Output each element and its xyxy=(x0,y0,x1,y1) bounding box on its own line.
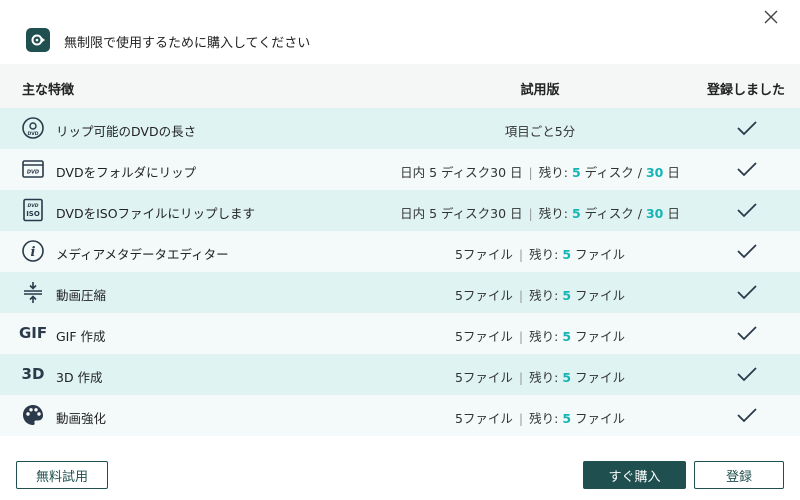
svg-text:i: i xyxy=(31,245,36,260)
trial-prefix: 5ファイル xyxy=(454,247,513,262)
register-button[interactable]: 登録 xyxy=(694,461,784,489)
table-row: 動画圧縮 5ファイル | 残り: 5 ファイル xyxy=(0,272,800,313)
remaining-label: 残り: xyxy=(538,206,568,221)
feature-label: DVDをフォルダにリップ xyxy=(56,165,197,180)
table-row: GIF GIF 作成 5ファイル | 残り: 5 ファイル xyxy=(0,313,800,354)
remaining-label: 残り: xyxy=(529,329,559,344)
remaining-value: 5 xyxy=(562,329,572,344)
feature-label: 動画強化 xyxy=(56,411,107,426)
remaining-value: 5 xyxy=(562,370,572,385)
checkmark-icon xyxy=(736,366,760,384)
remaining-unit: ファイル xyxy=(575,411,626,426)
checkmark-icon xyxy=(736,284,760,302)
checkmark-icon xyxy=(736,407,760,425)
info-icon: i xyxy=(20,239,46,263)
remaining-unit: ファイル xyxy=(575,247,626,262)
remaining-days-value: 30 xyxy=(645,206,664,221)
svg-text:DVD: DVD xyxy=(27,170,39,176)
icon-glyph-text: GIF xyxy=(18,324,48,342)
remaining-days-unit: 日 xyxy=(667,206,680,221)
close-button[interactable] xyxy=(760,6,782,28)
remaining-unit: ディスク xyxy=(584,165,634,180)
feature-label: 動画圧縮 xyxy=(56,288,107,303)
buy-now-button[interactable]: すぐ購入 xyxy=(583,461,686,489)
close-icon xyxy=(764,10,778,24)
remaining-value: 5 xyxy=(571,165,581,180)
trial-limit: 5ファイル | 残り: 5 ファイル xyxy=(454,288,626,303)
checkmark-icon xyxy=(736,243,760,261)
trial-limit: 5ファイル | 残り: 5 ファイル xyxy=(454,411,626,426)
remaining-label: 残り: xyxy=(538,165,568,180)
compress-icon xyxy=(20,280,46,304)
remaining-unit: ファイル xyxy=(575,288,626,303)
trial-prefix: 日内 5 ディスク30 日 xyxy=(400,165,523,180)
column-header-registered: 登録しました xyxy=(706,83,785,98)
column-header-trial: 試用版 xyxy=(520,83,560,98)
remaining-days-unit: 日 xyxy=(667,165,680,180)
icon-glyph-text: 3D xyxy=(21,365,45,383)
trial-limit: 日内 5 ディスク30 日 | 残り: 5 ディスク / 30 日 xyxy=(400,165,680,180)
remaining-label: 残り: xyxy=(529,288,559,303)
table-row: DVD ISO DVDをISOファイルにリップします 日内 5 ディスク30 日 | 残り… xyxy=(0,190,800,231)
checkmark-icon xyxy=(736,120,760,138)
checkmark-icon xyxy=(736,325,760,343)
feature-table: DVD リップ可能のDVDの長さ 項目ごと5分 DVD DVDをフォルダにリップ 日内 5… xyxy=(0,108,800,436)
trial-limit: 項目ごと5分 xyxy=(340,121,740,140)
dialog-header: 無制限で使用するために購入してください xyxy=(0,0,800,64)
feature-label: 3D 作成 xyxy=(56,370,103,385)
feature-label: DVDをISOファイルにリップします xyxy=(56,206,256,221)
trial-prefix: 5ファイル xyxy=(454,370,513,385)
3d-icon: 3D xyxy=(20,362,46,386)
trial-prefix: 5ファイル xyxy=(454,329,513,344)
feature-label: リップ可能のDVDの長さ xyxy=(56,124,197,139)
remaining-unit: ファイル xyxy=(575,329,626,344)
checkmark-icon xyxy=(736,161,760,179)
trial-text: 項目ごと5分 xyxy=(504,124,576,139)
table-row: 3D 3D 作成 5ファイル | 残り: 5 ファイル xyxy=(0,354,800,395)
svg-text:DVD: DVD xyxy=(28,203,39,209)
remaining-unit: ディスク xyxy=(584,206,634,221)
remaining-value: 5 xyxy=(571,206,581,221)
free-trial-button[interactable]: 無料試用 xyxy=(16,461,108,489)
checkmark-icon xyxy=(736,202,760,220)
dialog-title: 無制限で使用するために購入してください xyxy=(64,36,311,51)
table-header: 主な特徴 試用版 登録しました xyxy=(0,64,800,108)
palette-icon xyxy=(20,403,46,427)
trial-limit: 5ファイル | 残り: 5 ファイル xyxy=(454,247,626,262)
disc-rip-icon: DVD xyxy=(20,116,46,140)
trial-prefix: 日内 5 ディスク30 日 xyxy=(400,206,523,221)
trial-limit: 5ファイル | 残り: 5 ファイル xyxy=(454,370,626,385)
gif-icon: GIF xyxy=(18,321,48,345)
remaining-days-value: 30 xyxy=(645,165,664,180)
svg-text:ISO: ISO xyxy=(26,210,40,218)
table-row: i メディアメタデータエディター 5ファイル | 残り: 5 ファイル xyxy=(0,231,800,272)
feature-label: メディアメタデータエディター xyxy=(56,247,229,262)
remaining-value: 5 xyxy=(562,411,572,426)
remaining-label: 残り: xyxy=(529,247,559,262)
trial-prefix: 5ファイル xyxy=(454,411,513,426)
table-row: DVD リップ可能のDVDの長さ 項目ごと5分 xyxy=(0,108,800,149)
app-logo-icon xyxy=(26,28,50,52)
remaining-label: 残り: xyxy=(529,411,559,426)
dvd-iso-icon: DVD ISO xyxy=(20,198,46,222)
remaining-label: 残り: xyxy=(529,370,559,385)
trial-limit: 5ファイル | 残り: 5 ファイル xyxy=(454,329,626,344)
remaining-value: 5 xyxy=(562,288,572,303)
dvd-folder-icon: DVD xyxy=(20,157,46,181)
table-row: 動画強化 5ファイル | 残り: 5 ファイル xyxy=(0,395,800,436)
remaining-value: 5 xyxy=(562,247,572,262)
trial-limit: 日内 5 ディスク30 日 | 残り: 5 ディスク / 30 日 xyxy=(400,206,680,221)
remaining-unit: ファイル xyxy=(575,370,626,385)
feature-label: GIF 作成 xyxy=(56,329,106,344)
svg-text:DVD: DVD xyxy=(28,131,39,137)
trial-prefix: 5ファイル xyxy=(454,288,513,303)
column-header-feature: 主な特徴 xyxy=(22,83,75,98)
table-row: DVD DVDをフォルダにリップ 日内 5 ディスク30 日 | 残り: 5 ディスク … xyxy=(0,149,800,190)
